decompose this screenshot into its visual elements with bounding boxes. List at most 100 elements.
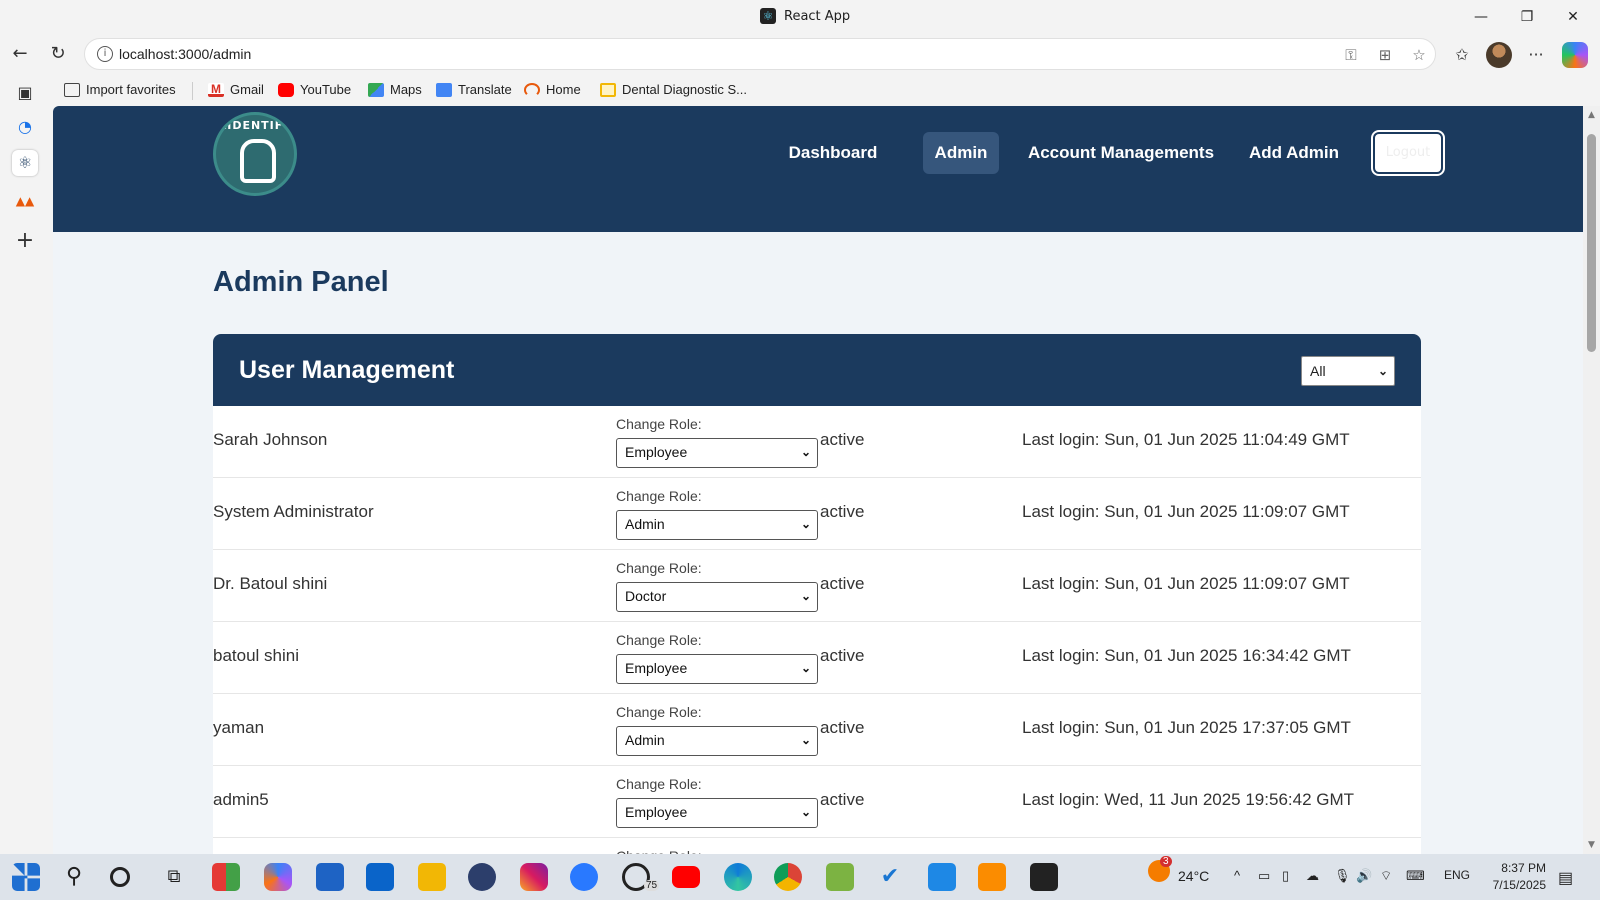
device-icon[interactable]: ▯	[1282, 868, 1289, 884]
youtube-taskbar-icon[interactable]	[672, 866, 700, 888]
messenger-icon[interactable]	[570, 863, 598, 891]
tab-site-icon[interactable]: ◔	[12, 114, 38, 140]
key-icon[interactable]: ⚿	[1341, 45, 1361, 65]
favorite-maps[interactable]: Maps	[368, 82, 422, 97]
favorite-folder[interactable]: Dental Diagnostic S...	[600, 82, 747, 97]
instagram-icon[interactable]	[520, 863, 548, 891]
address-bar[interactable]: i localhost:3000/admin ⚿ ⊞ ☆	[84, 38, 1436, 70]
wifi-icon[interactable]: ⌔	[1380, 868, 1392, 884]
clock[interactable]: 8:37 PM 7/15/2025	[1474, 860, 1546, 894]
copilot-taskbar-icon[interactable]	[264, 863, 292, 891]
keyboard-icon[interactable]: ⌨	[1406, 868, 1425, 884]
chevron-down-icon: ⌄	[800, 733, 811, 747]
outlook-icon[interactable]	[366, 863, 394, 891]
role-select[interactable]: Employee ⌄	[616, 654, 818, 684]
maps-icon	[368, 82, 384, 97]
recorder-icon[interactable]	[1030, 863, 1058, 891]
page-scrollbar[interactable]: ▲ ▼	[1583, 106, 1600, 854]
user-row: Dr. Batoul shini Change Role: Doctor ⌄ ac…	[213, 550, 1421, 622]
edge-icon[interactable]	[724, 863, 752, 891]
window-titlebar: ⚛ React App — ❐ ✕	[0, 0, 1600, 34]
volume-icon[interactable]: 🔊	[1356, 868, 1372, 884]
back-button[interactable]: ←	[6, 42, 34, 66]
favorite-label: Translate	[458, 82, 512, 97]
tab-actions-icon[interactable]: ▣	[12, 80, 38, 106]
favorite-youtube[interactable]: YouTube	[278, 82, 351, 97]
scroll-down-arrow-icon[interactable]: ▼	[1586, 840, 1597, 850]
scrollbar-thumb[interactable]	[1587, 134, 1596, 352]
url-text[interactable]: localhost:3000/admin	[119, 46, 251, 62]
refresh-button[interactable]: ↻	[44, 42, 72, 66]
aidentify-logo[interactable]: AIDENTIFY	[213, 112, 297, 196]
tab-pma-icon[interactable]: ▲▲	[12, 188, 38, 214]
role-select[interactable]: Employee ⌄	[616, 798, 818, 828]
favorite-import[interactable]: Import favorites	[64, 82, 176, 97]
scroll-up-arrow-icon[interactable]: ▲	[1586, 110, 1597, 120]
eclipse-icon[interactable]	[468, 863, 496, 891]
change-role-label: Change Role:	[616, 704, 702, 720]
restore-button[interactable]: ❐	[1504, 4, 1550, 30]
user-name: Dr. Batoul shini	[213, 574, 328, 593]
task-view-icon[interactable]: ⧉	[160, 863, 188, 891]
role-select[interactable]: Admin ⌄	[616, 510, 818, 540]
file-explorer-icon[interactable]	[418, 863, 446, 891]
nav-add-admin[interactable]: Add Admin	[1237, 132, 1351, 174]
nav-dashboard[interactable]: Dashboard	[781, 132, 885, 174]
app-icon-2[interactable]	[826, 863, 854, 891]
minimize-button[interactable]: —	[1458, 4, 1504, 30]
folder-icon	[600, 82, 616, 97]
weather-temp[interactable]: 24°C	[1178, 868, 1209, 884]
logout-button[interactable]: Logout	[1373, 132, 1443, 174]
role-select[interactable]: Admin ⌄	[616, 726, 818, 756]
nav-admin[interactable]: Admin	[923, 132, 999, 174]
role-select[interactable]: Doctor ⌄	[616, 582, 818, 612]
app-available-icon[interactable]: ⊞	[1375, 45, 1395, 65]
favorite-translate[interactable]: Translate	[436, 82, 512, 97]
language-indicator[interactable]: ENG	[1444, 868, 1470, 882]
role-select[interactable]: Employee ⌄	[616, 438, 818, 468]
vscode-icon[interactable]	[928, 863, 956, 891]
site-info-icon[interactable]: i	[97, 46, 113, 62]
last-login: Last login: Wed, 11 Jun 2025 19:56:42 GM…	[1022, 790, 1355, 809]
cloud-icon[interactable]: ☁	[1306, 868, 1319, 884]
new-tab-plus-icon[interactable]: +	[12, 228, 38, 254]
favorite-label: Maps	[390, 82, 422, 97]
search-icon[interactable]: ⚲	[60, 863, 88, 891]
microphone-icon[interactable]: 🎙	[1334, 868, 1351, 884]
favorites-icon[interactable]: ✩	[1450, 44, 1474, 66]
browser-toolbar: ← ↻ i localhost:3000/admin ⚿ ⊞ ☆ ✩ ···	[0, 34, 1600, 74]
store-icon[interactable]	[316, 863, 344, 891]
tab-react-app[interactable]: ⚛	[12, 150, 38, 176]
xampp-icon[interactable]	[978, 863, 1006, 891]
user-status: active	[820, 790, 865, 809]
chevron-down-icon: ⌄	[800, 589, 811, 603]
favorite-gmail[interactable]: M Gmail	[208, 82, 264, 97]
todo-icon[interactable]: ✔	[876, 863, 904, 891]
chrome-icon[interactable]	[774, 863, 802, 891]
youtube-icon	[278, 82, 294, 97]
profile-avatar[interactable]	[1486, 42, 1512, 68]
role-filter-select[interactable]: All ⌄	[1301, 356, 1395, 386]
app-icon-1[interactable]	[212, 863, 240, 891]
copilot-icon[interactable]	[1562, 42, 1588, 68]
favorite-label: Home	[546, 82, 581, 97]
more-menu-icon[interactable]: ···	[1524, 44, 1548, 66]
gmail-icon: M	[208, 82, 224, 97]
chevron-down-icon: ⌄	[1377, 364, 1388, 378]
windows-start-icon[interactable]	[12, 863, 40, 891]
last-login: Last login: Sun, 01 Jun 2025 11:04:49 GM…	[1022, 430, 1350, 449]
close-window-button[interactable]: ✕	[1550, 4, 1596, 30]
cortana-icon[interactable]	[110, 867, 130, 887]
tray-chevron-up-icon[interactable]: ^	[1234, 868, 1240, 883]
favorite-home[interactable]: Home	[524, 82, 581, 97]
nav-account-managements[interactable]: Account Managements	[1023, 132, 1219, 174]
notifications-icon[interactable]: ▤	[1558, 868, 1573, 888]
favorite-label: YouTube	[300, 82, 352, 97]
weather-badge: 3	[1160, 856, 1172, 867]
battery-icon[interactable]: ▭	[1258, 868, 1270, 884]
favorite-star-icon[interactable]: ☆	[1409, 45, 1429, 65]
user-status: active	[820, 574, 865, 593]
last-login: Last login: Sun, 01 Jun 2025 17:37:05 GM…	[1022, 718, 1351, 737]
window-title: ⚛ React App	[760, 8, 850, 24]
chevron-down-icon: ⌄	[800, 661, 811, 675]
